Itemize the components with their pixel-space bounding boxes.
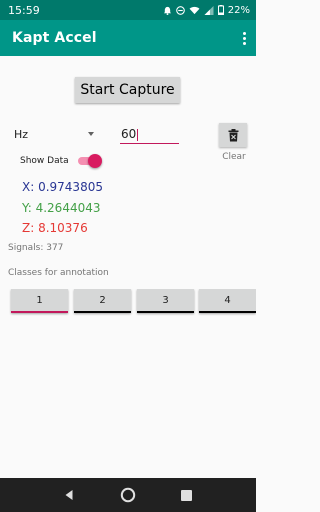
- unit-spinner[interactable]: Hz: [14, 125, 96, 143]
- frequency-input[interactable]: 60: [120, 123, 179, 144]
- overflow-menu-icon[interactable]: [243, 31, 246, 45]
- status-time: 15:59: [8, 3, 40, 17]
- class-button-label: 1: [36, 295, 43, 306]
- class-button-1[interactable]: 1: [11, 289, 68, 313]
- text-cursor: [137, 129, 139, 141]
- battery-icon: [217, 5, 224, 15]
- class-button-3[interactable]: 3: [137, 289, 194, 313]
- battery-percent: 22%: [227, 4, 250, 16]
- navigation-bar: [0, 478, 256, 512]
- start-capture-button[interactable]: Start Capture: [75, 77, 180, 103]
- y-value: Y: 4.2644043: [22, 201, 101, 215]
- home-icon[interactable]: [116, 483, 140, 507]
- classes-title: Classes for annotation: [8, 268, 109, 278]
- notification-icon: [163, 6, 172, 15]
- switch-thumb: [88, 154, 102, 168]
- dropdown-arrow-icon: [88, 132, 94, 136]
- class-button-label: 4: [224, 295, 231, 306]
- class-button-underline: [74, 311, 131, 313]
- signals-count: Signals: 377: [8, 243, 64, 253]
- show-data-row: Show Data: [20, 153, 102, 169]
- class-button-4[interactable]: 4: [199, 289, 256, 313]
- recents-icon[interactable]: [175, 483, 199, 507]
- unit-spinner-value: Hz: [14, 127, 29, 141]
- signal-icon: [204, 5, 214, 15]
- clear-button[interactable]: [219, 123, 247, 147]
- back-icon[interactable]: [57, 483, 81, 507]
- class-button-2[interactable]: 2: [74, 289, 131, 313]
- z-value: Z: 8.10376: [22, 221, 88, 235]
- delete-icon: [228, 128, 239, 142]
- status-bar: 15:59 22%: [0, 0, 256, 20]
- class-button-label: 3: [162, 295, 169, 306]
- show-data-label: Show Data: [20, 156, 69, 166]
- x-value: X: 0.9743805: [22, 180, 103, 194]
- class-button-underline: [11, 311, 68, 313]
- clear-label: Clear: [222, 152, 246, 162]
- app-title: Kapt Accel: [12, 30, 97, 46]
- class-buttons-row: 1 2 3 4: [0, 289, 256, 316]
- frequency-input-value: 60: [121, 127, 137, 141]
- wifi-icon: [189, 6, 200, 15]
- do-not-disturb-icon: [175, 5, 185, 15]
- show-data-switch[interactable]: [78, 153, 102, 169]
- class-button-underline: [199, 311, 256, 313]
- class-button-underline: [137, 311, 194, 313]
- app-bar: Kapt Accel: [0, 20, 256, 56]
- class-button-label: 2: [99, 295, 106, 306]
